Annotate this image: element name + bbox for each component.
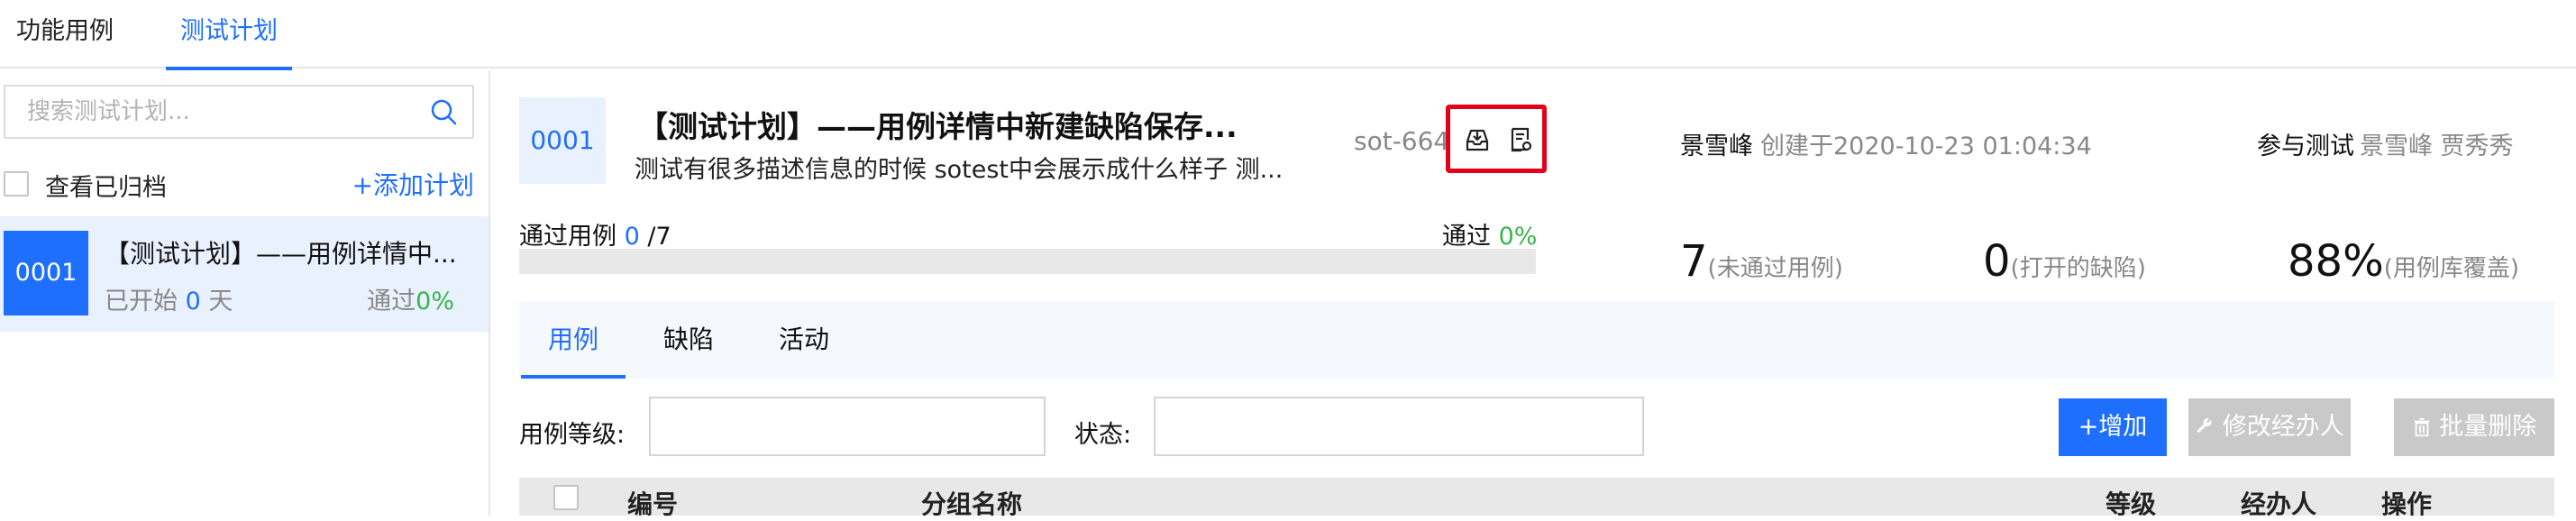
creator-name: 景雪峰 xyxy=(1680,133,1753,160)
plan-content: 用例 缺陷 活动 用例等级: 状态: +增加 修改经办人 批量删除 编号 分组名… xyxy=(519,301,2554,519)
change-owner-label: 修改经办人 xyxy=(2222,413,2344,441)
stat-defects-label: (打开的缺陷) xyxy=(2010,255,2146,282)
col-number: 编号 xyxy=(627,489,679,519)
pass-rate: 通过 0% xyxy=(1442,216,1537,251)
stat-coverage: 88%(用例库覆盖) xyxy=(2288,236,2519,287)
sidebar: 查看已归档 +添加计划 0001 【测试计划】——用例详情中... 已开始 0 … xyxy=(0,70,490,516)
plan-started-days: 已开始 0 天 xyxy=(105,281,233,316)
status-select[interactable] xyxy=(1154,397,1644,456)
archive-row: 查看已归档 +添加计划 xyxy=(4,166,474,202)
top-tab-bar: 功能用例 测试计划 xyxy=(0,0,2576,70)
plan-creator-info: 景雪峰 创建于2020-10-23 01:04:34 xyxy=(1680,126,2092,161)
add-plan-button[interactable]: +添加计划 xyxy=(352,166,474,202)
tab-cases[interactable]: 用例 xyxy=(520,301,626,379)
pass-rate-value: 0% xyxy=(1498,223,1538,251)
pass-rate-label: 通过 xyxy=(1442,223,1491,251)
change-owner-button[interactable]: 修改经办人 xyxy=(2188,398,2351,456)
report-edit-icon[interactable] xyxy=(1506,125,1535,154)
tab-test-plans[interactable]: 测试计划 xyxy=(166,0,292,70)
select-all-checkbox[interactable] xyxy=(553,485,579,510)
plan-tabs: 用例 缺陷 活动 xyxy=(519,301,2554,379)
plan-item-title: 【测试计划】——用例详情中... xyxy=(105,239,457,269)
pass-progress-bar xyxy=(519,249,1536,274)
stat-coverage-label: (用例库覆盖) xyxy=(2383,255,2519,282)
trash-icon xyxy=(2414,417,2429,437)
pass-label: 通过 xyxy=(367,288,416,315)
case-level-select[interactable] xyxy=(649,397,1046,456)
filter-toolbar: 用例等级: 状态: +增加 修改经办人 批量删除 xyxy=(519,379,2554,478)
pass-cases-label: 通过用例 xyxy=(519,223,617,251)
plan-id-badge: 0001 xyxy=(4,231,88,315)
plan-code: sot-664 xyxy=(1354,126,1450,156)
stat-coverage-value: 88% xyxy=(2288,236,2384,287)
stat-failed-label: (未通过用例) xyxy=(1707,255,1843,282)
col-level: 等级 xyxy=(2106,489,2157,519)
plan-list-item[interactable]: 0001 【测试计划】——用例详情中... 已开始 0 天 通过0% xyxy=(0,216,489,332)
created-time: 创建于2020-10-23 01:04:34 xyxy=(1760,133,2092,160)
header-action-icons xyxy=(1446,105,1547,173)
participants-info: 参与测试 景雪峰 贾秀秀 xyxy=(2257,126,2514,161)
show-archived-checkbox[interactable] xyxy=(4,171,29,197)
col-group-name: 分组名称 xyxy=(921,489,1023,519)
plan-search-input[interactable] xyxy=(5,87,420,137)
batch-delete-button[interactable]: 批量删除 xyxy=(2394,398,2554,456)
show-archived-label: 查看已归档 xyxy=(45,174,167,202)
plan-title: 【测试计划】——用例详情中新建缺陷保存... xyxy=(638,109,1238,144)
plan-id-badge-large: 0001 xyxy=(519,97,606,184)
add-case-label: +增加 xyxy=(2078,413,2148,441)
started-suffix: 天 xyxy=(208,288,233,315)
search-icon[interactable] xyxy=(429,97,458,126)
add-case-button[interactable]: +增加 xyxy=(2059,398,2167,456)
status-label: 状态: xyxy=(1074,421,1132,449)
archive-download-icon[interactable] xyxy=(1463,125,1492,154)
started-days-value: 0 xyxy=(185,288,201,315)
plan-description: 测试有很多描述信息的时候 sotest中会展示成什么样子 测... xyxy=(635,156,1283,184)
plan-pass-rate: 通过0% xyxy=(367,281,454,316)
tab-activity[interactable]: 活动 xyxy=(779,301,829,379)
wrench-icon xyxy=(2197,418,2212,433)
stat-failed-cases: 7(未通过用例) xyxy=(1680,236,1843,287)
tab-defects[interactable]: 缺陷 xyxy=(663,301,714,379)
col-owner: 经办人 xyxy=(2241,489,2317,519)
case-table-header: 编号 分组名称 等级 经办人 操作 xyxy=(519,478,2554,519)
col-actions: 操作 xyxy=(2381,489,2433,519)
case-level-label: 用例等级: xyxy=(519,421,626,449)
batch-delete-label: 批量删除 xyxy=(2439,413,2537,441)
participants-label: 参与测试 xyxy=(2257,133,2354,160)
pass-cases-count: 通过用例 0 /7 xyxy=(519,216,671,251)
pass-cases-total: /7 xyxy=(647,223,671,251)
tab-functional-cases[interactable]: 功能用例 xyxy=(16,0,114,69)
pass-cases-value: 0 xyxy=(624,223,640,251)
stat-open-defects: 0(打开的缺陷) xyxy=(1983,236,2146,287)
stat-defects-value: 0 xyxy=(1983,236,2011,287)
started-prefix: 已开始 xyxy=(105,288,178,315)
participants-names: 景雪峰 贾秀秀 xyxy=(2360,133,2514,160)
pass-pct-value: 0% xyxy=(416,288,454,315)
plan-search-box xyxy=(4,85,474,139)
stat-failed-value: 7 xyxy=(1680,236,1708,287)
